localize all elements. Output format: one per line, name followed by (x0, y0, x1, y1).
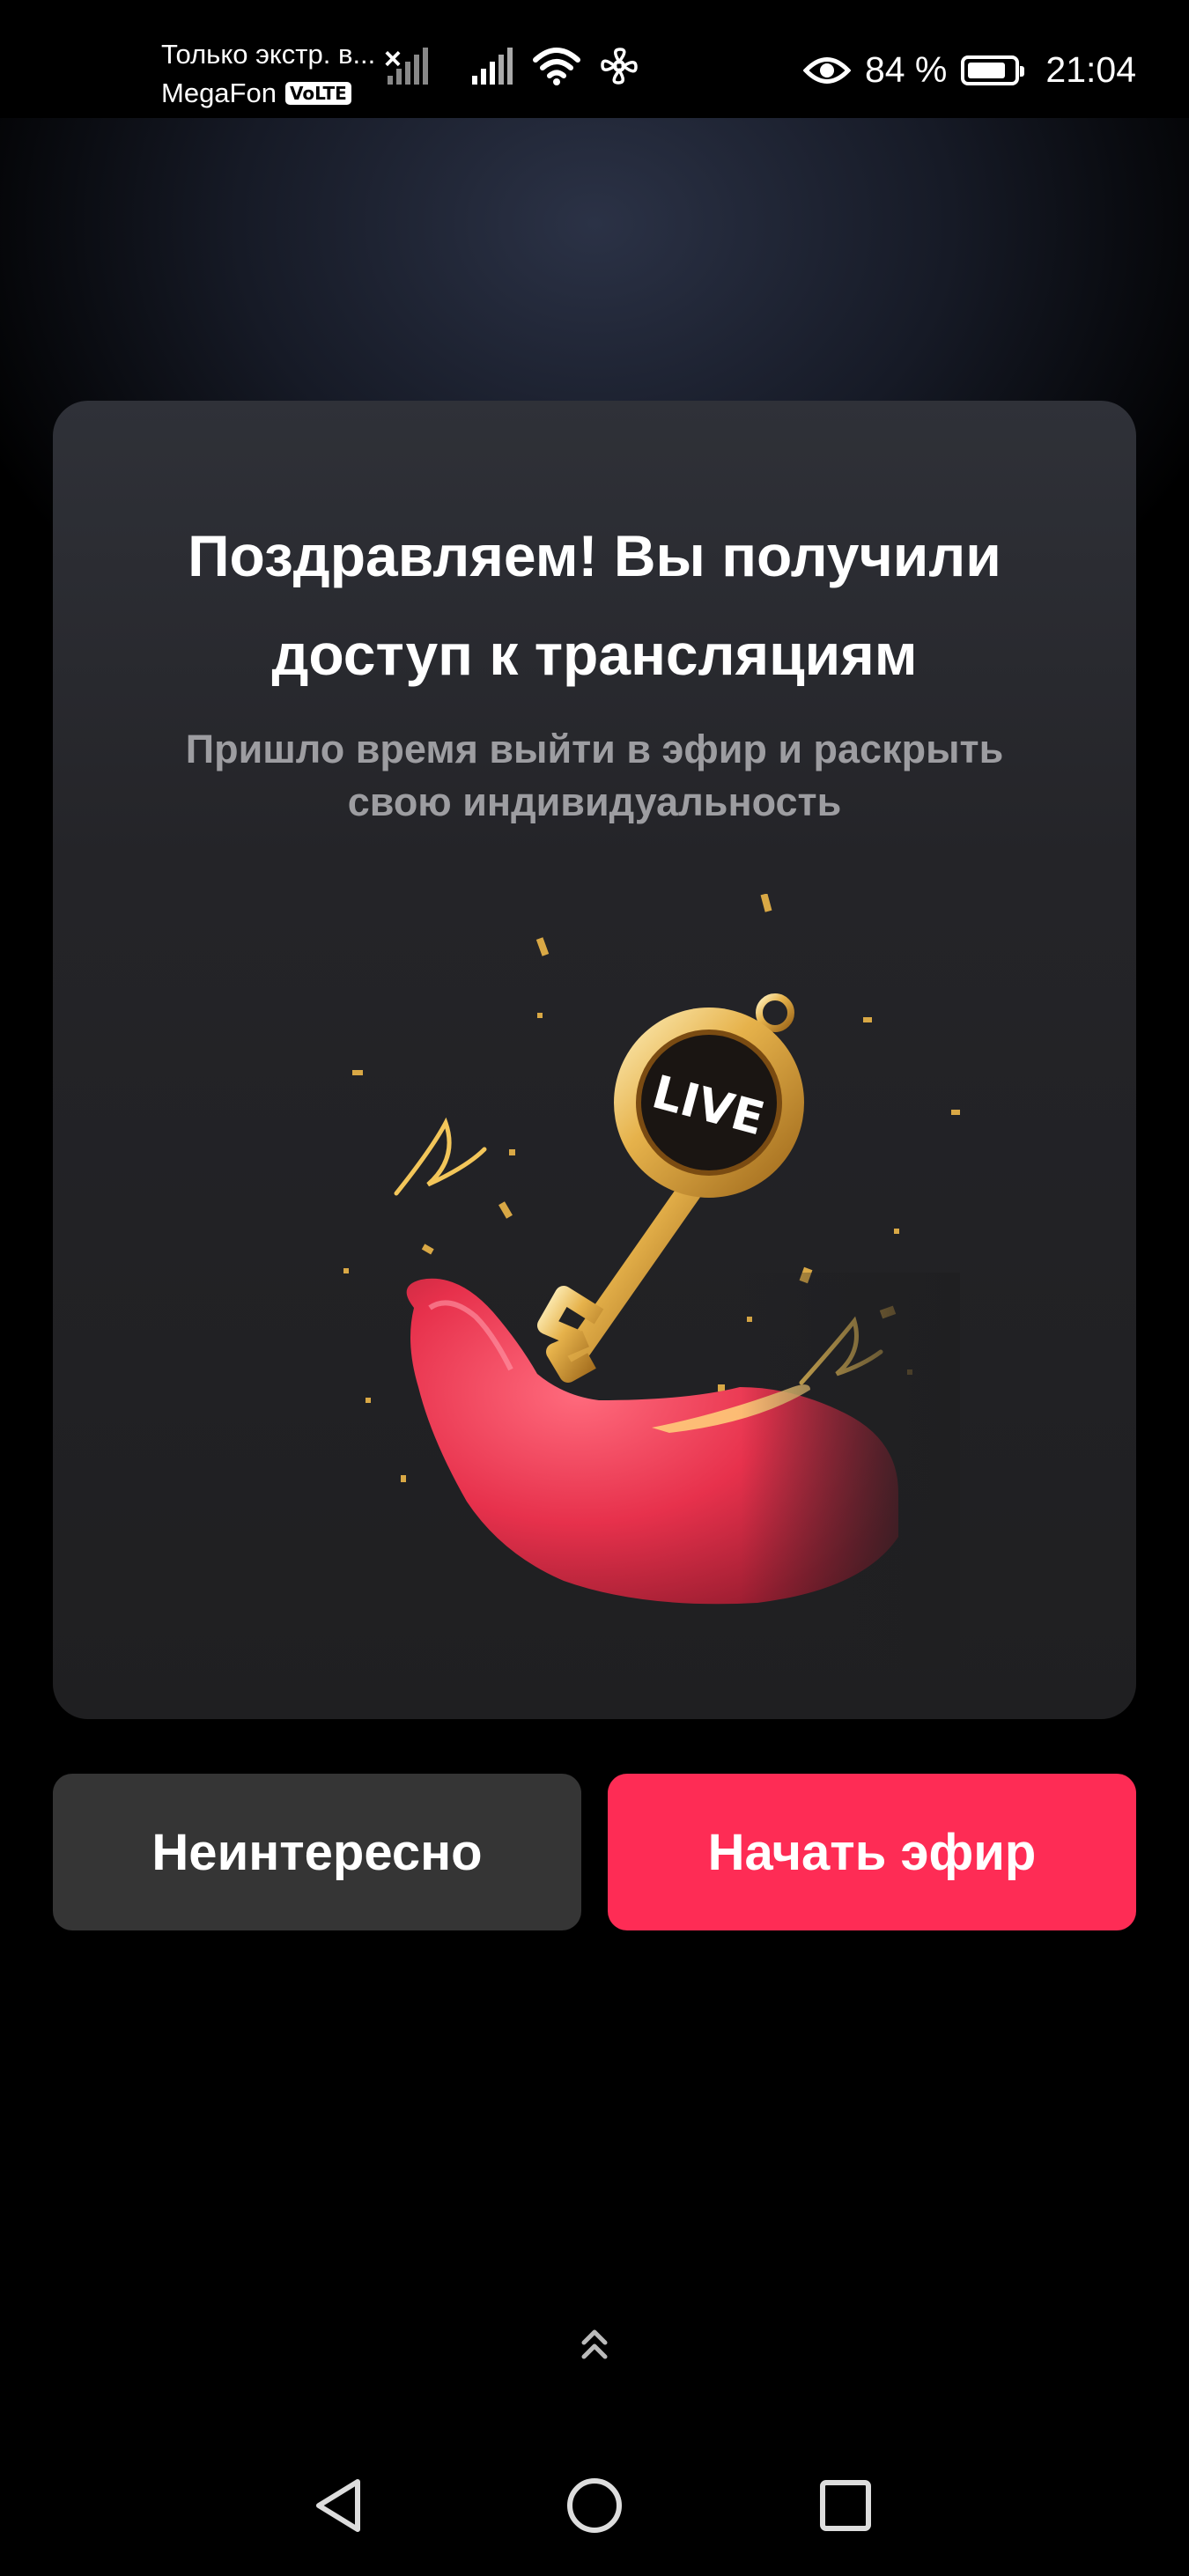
signal-icon (472, 48, 513, 85)
eye-icon (802, 56, 851, 84)
fan-icon (601, 48, 638, 85)
navigation-bar (0, 2448, 1189, 2576)
not-interested-label: Неинтересно (151, 1823, 483, 1881)
card-title: Поздравляем! Вы получили доступ к трансл… (188, 523, 1001, 687)
carrier-line-1: Только экстр. в... (161, 39, 376, 70)
status-bar: Только экстр. в... MegaFon VoLTE × 84 % … (0, 0, 1189, 118)
back-icon (316, 2479, 360, 2532)
recents-button[interactable] (806, 2466, 885, 2545)
recents-icon (820, 2480, 871, 2531)
home-icon (567, 2478, 622, 2533)
battery-fill (968, 62, 1006, 78)
live-access-card: Поздравляем! Вы получили доступ к трансл… (53, 401, 1136, 1719)
wifi-icon (533, 48, 580, 85)
start-live-label: Начать эфир (707, 1823, 1037, 1881)
card-subtitle: Пришло время выйти в эфир и раскрыть сво… (185, 727, 1004, 824)
home-button[interactable] (555, 2466, 634, 2545)
live-key-hand-illustration: LIVE (229, 894, 960, 1669)
volte-badge: VoLTE (284, 82, 351, 105)
not-interested-button[interactable]: Неинтересно (53, 1774, 581, 1930)
start-live-button[interactable]: Начать эфир (608, 1774, 1136, 1930)
carrier-info: Только экстр. в... MegaFon VoLTE (161, 35, 375, 113)
status-right: 84 % 21:04 (802, 49, 1136, 91)
network-icons (386, 46, 639, 86)
clock: 21:04 (1045, 49, 1136, 90)
battery-percent: 84 % (864, 49, 948, 90)
carrier-name: MegaFon (161, 78, 277, 108)
back-button[interactable] (299, 2466, 379, 2545)
signal-icon (388, 48, 428, 85)
battery-icon (961, 55, 1025, 85)
swipe-up-icon[interactable] (572, 2323, 617, 2367)
